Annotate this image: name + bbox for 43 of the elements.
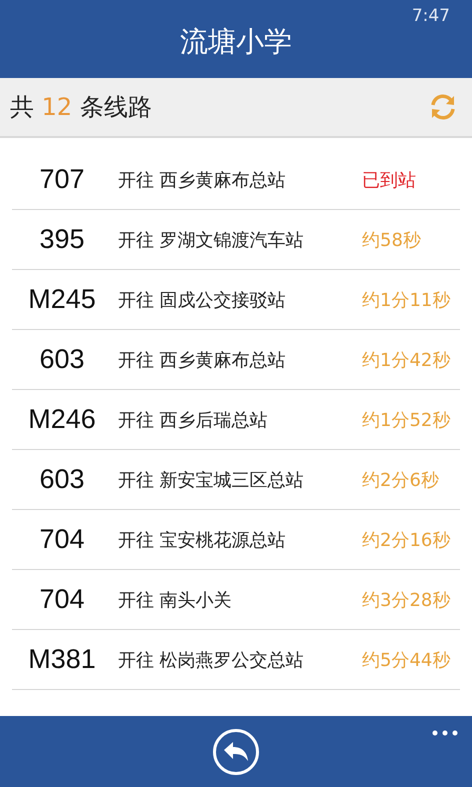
arrival-time: 约1分52秒	[362, 408, 452, 432]
route-number: 704	[38, 584, 86, 615]
route-row[interactable]: M245 开往 固戍公交接驳站 约1分11秒	[12, 270, 460, 330]
route-number: 707	[38, 164, 86, 195]
route-number: M381	[27, 644, 97, 675]
route-row[interactable]: 395 开往 罗湖文锦渡汽车站 约58秒	[12, 210, 460, 270]
route-row[interactable]: 603 开往 新安宝城三区总站 约2分6秒	[12, 450, 460, 510]
route-number: 603	[38, 344, 86, 375]
arrival-time: 约58秒	[362, 228, 422, 252]
route-row[interactable]: 704 开往 宝安桃花源总站 约2分16秒	[12, 510, 460, 570]
route-count-text: 共 12 条线路	[10, 92, 152, 123]
route-number: 395	[38, 224, 86, 255]
destination-text: 开往 宝安桃花源总站	[117, 528, 287, 552]
destination-text: 开往 西乡黄麻布总站	[117, 348, 287, 372]
route-row[interactable]: 707 开往 西乡黄麻布总站 已到站	[12, 150, 460, 210]
more-icon	[432, 730, 458, 736]
back-button[interactable]	[212, 728, 260, 776]
clock: 7:47	[412, 6, 450, 26]
route-number: 603	[38, 464, 86, 495]
route-row[interactable]: 704 开往 南头小关 约3分28秒	[12, 570, 460, 630]
route-row[interactable]: M246 开往 西乡后瑞总站 约1分52秒	[12, 390, 460, 450]
route-number: M246	[27, 404, 97, 435]
destination-text: 开往 松岗燕罗公交总站	[117, 648, 305, 672]
arrival-time: 约5分44秒	[362, 648, 452, 672]
destination-text: 开往 西乡黄麻布总站	[117, 168, 287, 192]
route-number: 704	[38, 524, 86, 555]
more-button[interactable]	[430, 728, 460, 738]
arrival-time: 已到站	[362, 168, 417, 192]
arrival-time: 约2分16秒	[362, 528, 452, 552]
route-number: M245	[27, 284, 97, 315]
route-row[interactable]: 603 开往 西乡黄麻布总站 约1分42秒	[12, 330, 460, 390]
back-icon	[212, 728, 260, 776]
destination-text: 开往 罗湖文锦渡汽车站	[117, 228, 305, 252]
destination-text: 开往 西乡后瑞总站	[117, 408, 269, 432]
arrival-time: 约1分42秒	[362, 348, 452, 372]
arrival-time: 约3分28秒	[362, 588, 452, 612]
arrival-time: 约2分6秒	[362, 468, 440, 492]
destination-text: 开往 新安宝城三区总站	[117, 468, 305, 492]
route-row[interactable]: M381 开往 松岗燕罗公交总站 约5分44秒	[12, 630, 460, 690]
page-title: 流塘小学	[180, 24, 292, 60]
arrival-time: 约1分11秒	[362, 288, 452, 312]
destination-text: 开往 固戍公交接驳站	[117, 288, 287, 312]
destination-text: 开往 南头小关	[117, 588, 233, 612]
